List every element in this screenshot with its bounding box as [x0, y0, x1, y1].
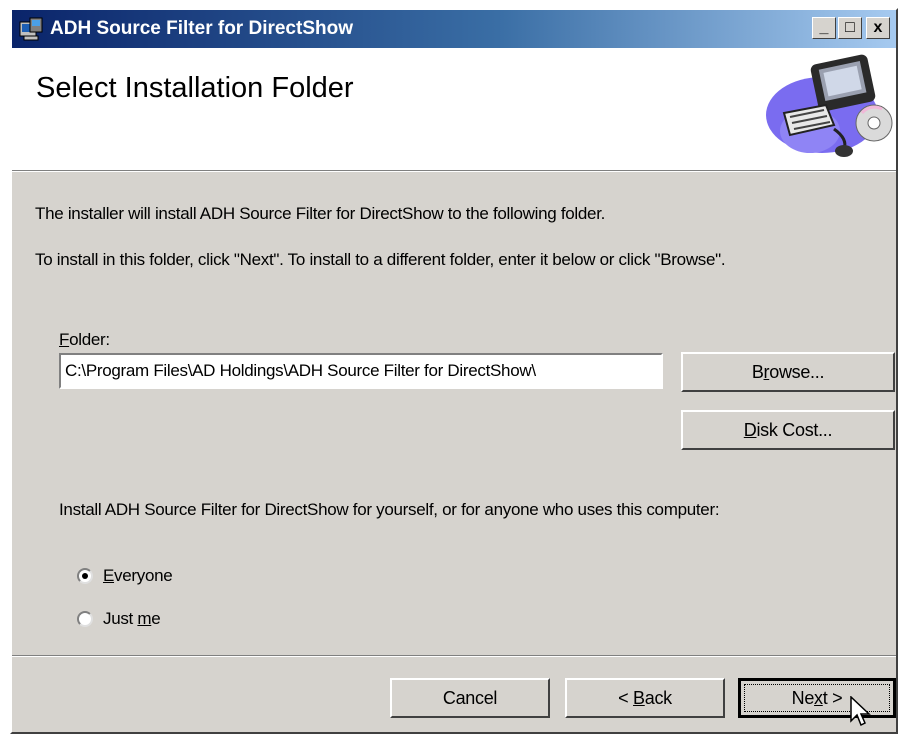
radio-just-me[interactable] — [77, 611, 93, 627]
installer-app-icon — [19, 17, 43, 41]
disk-cost-button[interactable]: Disk Cost... — [681, 410, 895, 450]
radio-everyone[interactable] — [77, 568, 93, 584]
installer-window: ADH Source Filter for DirectShow _ □ x S… — [10, 8, 898, 734]
mouse-pointer-icon — [850, 696, 871, 727]
browse-button[interactable]: Browse... — [681, 352, 895, 392]
radio-selected-dot — [82, 573, 88, 579]
maximize-button[interactable]: □ — [838, 17, 862, 39]
close-button[interactable]: x — [866, 17, 890, 39]
cancel-button[interactable]: Cancel — [390, 678, 550, 718]
folder-label-rest: older: — [69, 330, 110, 349]
radio-everyone-label[interactable]: Everyone — [103, 566, 173, 586]
title-bar[interactable]: ADH Source Filter for DirectShow _ □ x — [12, 10, 896, 48]
folder-label-mnemonic: F — [59, 330, 70, 349]
header-divider — [12, 171, 896, 172]
footer-divider-highlight — [12, 656, 896, 657]
page-title: Select Installation Folder — [36, 72, 354, 104]
intro-text-2: To install in this folder, click "Next".… — [35, 250, 726, 269]
next-button[interactable]: Next > — [738, 678, 896, 718]
folder-path-input[interactable]: C:\Program Files\AD Holdings\ADH Source … — [59, 353, 663, 389]
radio-just-me-label[interactable]: Just me — [103, 609, 161, 629]
computer-with-cd-icon — [766, 54, 893, 157]
minimize-button[interactable]: _ — [812, 17, 836, 39]
install-scope-text: Install ADH Source Filter for DirectShow… — [59, 500, 720, 519]
folder-label: Folder: — [59, 330, 110, 350]
window-title: ADH Source Filter for DirectShow — [50, 18, 353, 39]
back-button[interactable]: < Back — [565, 678, 725, 718]
folder-path-value: C:\Program Files\AD Holdings\ADH Source … — [65, 361, 536, 380]
intro-text-1: The installer will install ADH Source Fi… — [35, 204, 606, 223]
